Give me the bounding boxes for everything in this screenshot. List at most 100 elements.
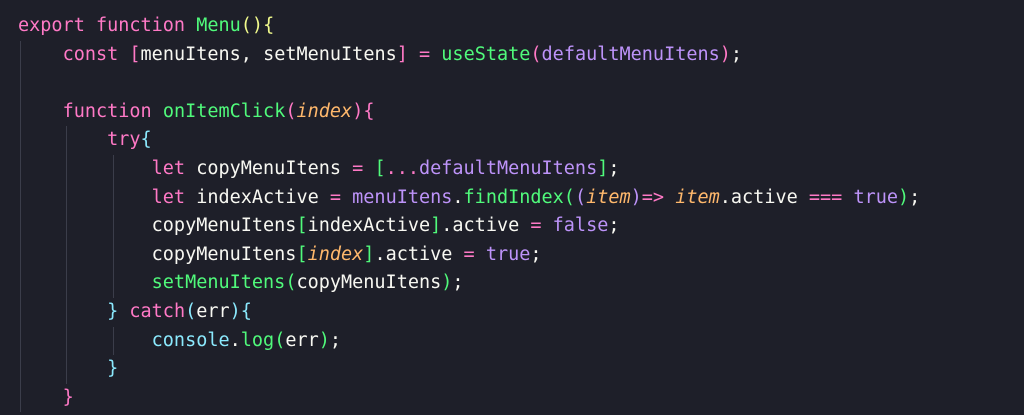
code-token: ; [730, 43, 743, 65]
code-token: ( [574, 186, 587, 208]
code-token: item [675, 186, 720, 208]
code-token: useState [441, 43, 531, 65]
code-token: onItemClick [162, 100, 286, 122]
code-line[interactable]: console.log(err); [0, 326, 1024, 356]
code-line[interactable]: } [0, 355, 1024, 384]
code-line[interactable]: } [0, 383, 1024, 413]
code-token: . [229, 329, 241, 351]
code-editor[interactable]: export function Menu(){ const [menuItens… [0, 0, 1024, 415]
code-token: { [240, 300, 252, 322]
code-token: err [196, 300, 230, 322]
code-line[interactable]: const [menuItens, setMenuItens] = useSta… [0, 40, 1024, 70]
code-line[interactable]: let copyMenuItens = [...defaultMenuItens… [0, 154, 1024, 184]
code-token: setMenuItens [263, 43, 397, 65]
code-token: ( [530, 43, 542, 65]
indent-guide [20, 183, 21, 213]
code-token: ) [229, 300, 241, 322]
code-token: function [95, 15, 186, 36]
code-token: findIndex [463, 186, 564, 208]
code-token: => [641, 186, 665, 208]
code-token: .active [719, 186, 809, 208]
code-line[interactable]: setMenuItens(copyMenuItens); [0, 269, 1024, 298]
code-token: true [853, 186, 898, 208]
code-token: true [485, 243, 531, 265]
code-token: [ [296, 215, 308, 237]
code-token: { [363, 100, 375, 122]
code-token: setMenuItens [151, 272, 286, 294]
indentation [18, 72, 63, 93]
code-token: ] [396, 43, 408, 65]
indentation [18, 358, 107, 379]
indentation [18, 330, 152, 351]
code-token: } [107, 300, 119, 322]
indent-guide [66, 154, 67, 184]
code-token: console [151, 329, 230, 351]
indentation [18, 158, 152, 179]
code-token: ) [441, 272, 453, 294]
code-token: ) [318, 329, 330, 351]
code-token: ; [608, 215, 620, 237]
indent-guide [20, 355, 21, 384]
indentation [18, 187, 152, 208]
code-line[interactable]: copyMenuItens[indexActive].active = fals… [0, 212, 1024, 241]
code-token: ( [285, 272, 297, 294]
indent-guide [20, 240, 21, 270]
code-token: index [307, 243, 364, 265]
code-token: catch [129, 300, 186, 322]
code-token: Menu [196, 15, 241, 36]
indent-guide [66, 269, 67, 298]
code-token: log [240, 329, 275, 351]
code-token: ; [608, 157, 620, 179]
code-line[interactable]: copyMenuItens[index].active = true; [0, 240, 1024, 270]
code-token: ) [898, 186, 910, 208]
code-token: = [419, 43, 431, 65]
code-token: .active [441, 215, 531, 237]
code-token: let [151, 186, 186, 208]
indentation [18, 301, 107, 322]
code-token: === [808, 186, 843, 208]
indent-guide [66, 183, 67, 213]
code-token: } [62, 386, 74, 408]
indent-guide [113, 154, 114, 184]
indentation [18, 129, 107, 150]
code-token: copyMenuItens [151, 215, 297, 237]
code-line[interactable]: function onItemClick(index){ [0, 97, 1024, 127]
code-token: { [140, 129, 152, 151]
code-token: ] [363, 243, 375, 265]
code-line[interactable]: try{ [0, 126, 1024, 155]
indent-guide [66, 212, 67, 241]
code-line[interactable]: export function Menu(){ [0, 12, 1024, 41]
indent-guide [20, 326, 21, 356]
code-token: ; [909, 186, 921, 208]
code-token: . [452, 186, 464, 208]
code-token: ... [385, 157, 419, 179]
indent-guide [66, 126, 67, 155]
code-token: ) [719, 43, 731, 65]
code-line[interactable]: } catch(err){ [0, 297, 1024, 327]
code-token: () [240, 15, 264, 36]
indent-guide [66, 355, 67, 384]
code-token: [ [296, 243, 308, 265]
indent-guide [113, 269, 114, 298]
indentation [18, 215, 152, 236]
code-line[interactable]: let indexActive = menuItens.findIndex((i… [0, 183, 1024, 213]
code-token: ( [285, 100, 297, 122]
indent-guide [66, 326, 67, 356]
code-token: .active [374, 243, 464, 265]
indent-guide [66, 297, 67, 327]
code-token: } [107, 358, 119, 380]
code-line[interactable] [0, 69, 1024, 98]
indent-guide [66, 240, 67, 270]
indentation [18, 272, 152, 293]
indent-guide [20, 154, 21, 184]
indentation [18, 387, 63, 408]
indentation [18, 101, 63, 122]
